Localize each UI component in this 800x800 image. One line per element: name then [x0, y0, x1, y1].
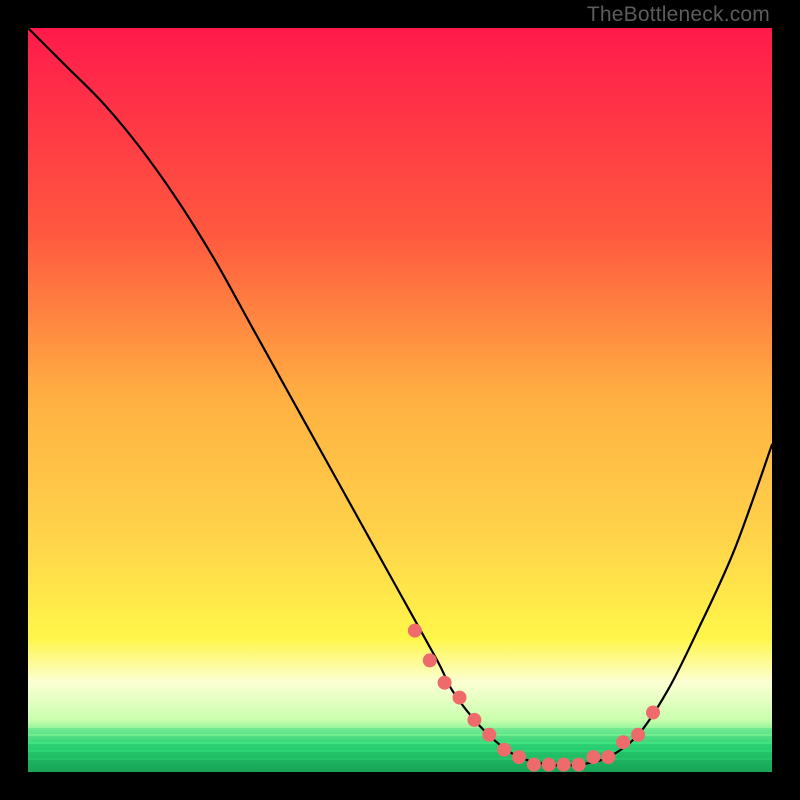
marker-point [482, 728, 496, 742]
marker-point [542, 758, 556, 772]
marker-point [631, 728, 645, 742]
bottleneck-curve [28, 28, 772, 766]
plot-area [28, 28, 772, 772]
marker-point [586, 750, 600, 764]
marker-point [646, 706, 660, 720]
marker-point [467, 713, 481, 727]
marker-point [453, 691, 467, 705]
marker-point [423, 653, 437, 667]
marker-point [572, 758, 586, 772]
marker-point [616, 735, 630, 749]
marker-point [408, 624, 422, 638]
marker-point [557, 758, 571, 772]
bottleneck-curve-svg [28, 28, 772, 772]
marker-point [512, 750, 526, 764]
marker-point [438, 676, 452, 690]
marker-point [527, 758, 541, 772]
marker-point [497, 743, 511, 757]
watermark-text: TheBottleneck.com [587, 3, 770, 27]
chart-frame: TheBottleneck.com [0, 0, 800, 800]
marker-point [601, 750, 615, 764]
